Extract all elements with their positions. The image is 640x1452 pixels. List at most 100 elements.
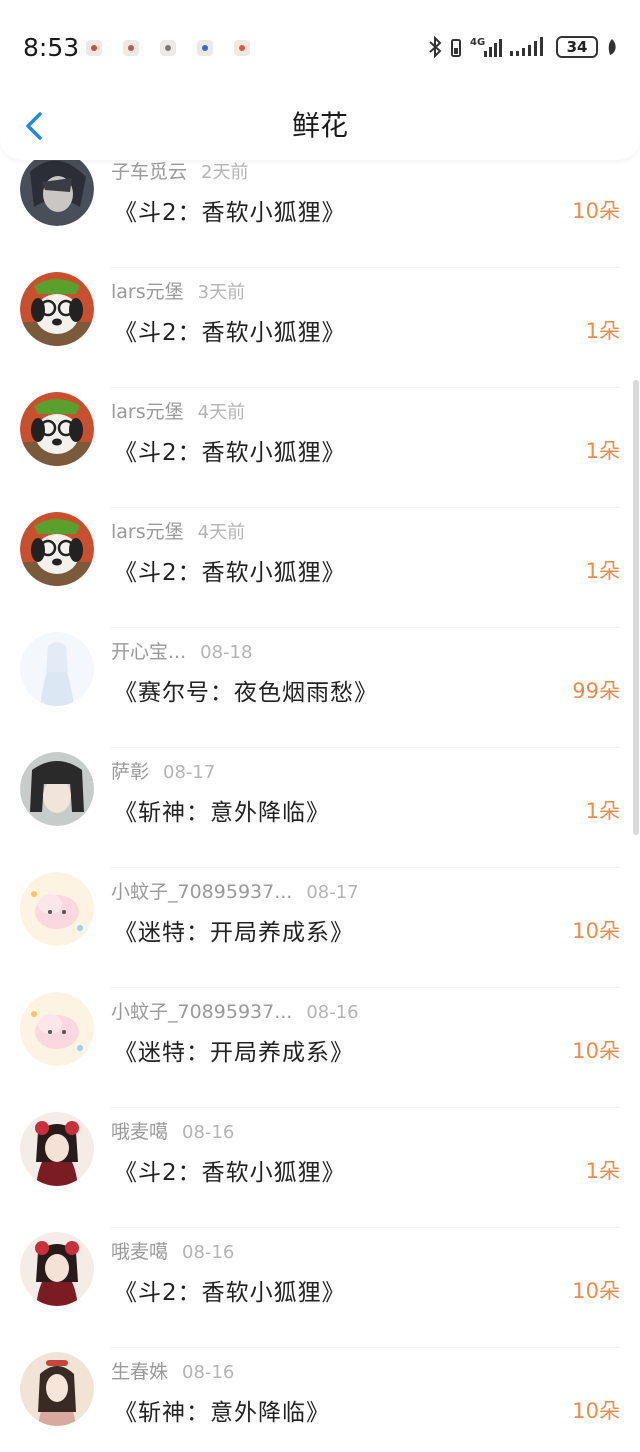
red-flower-girl-avatar [20,1112,94,1186]
system-icons: 4G 34 [428,35,618,59]
avatar[interactable] [20,152,94,226]
list-item[interactable]: 哦麦噶 08-16 《斗2：香软小狐狸》 1朵 [0,1108,640,1228]
user-name[interactable]: 哦麦噶 [111,1241,168,1263]
flower-count: 99朵 [572,679,620,703]
flower-count: 10朵 [572,199,620,223]
flower-count: 10朵 [572,1399,620,1423]
item-time: 08-18 [200,642,253,663]
leaf-icon [608,39,616,55]
book-title[interactable]: 《斗2：香软小狐狸》 [114,1153,346,1187]
list-item[interactable]: 生春姝 08-16 《斩神：意外降临》 10朵 [0,1348,640,1452]
avatar[interactable] [20,1232,94,1306]
list-item[interactable]: 子车觅云 2天前《斗2：香软小狐狸》 10朵 [0,148,640,268]
app-notif-icon-4 [197,40,213,56]
item-meta: 哦麦噶 08-16 [111,1237,234,1265]
book-title[interactable]: 《斗2：香软小狐狸》 [114,313,346,347]
flower-count: 1朵 [585,799,620,823]
avatar[interactable] [20,392,94,466]
dog-glasses-avatar [20,272,94,346]
book-title[interactable]: 《斗2：香软小狐狸》 [114,553,346,587]
item-meta: 哦麦噶 08-16 [111,1117,234,1145]
flower-count: 10朵 [572,1039,620,1063]
avatar[interactable] [20,1112,94,1186]
item-meta: 萨彰 08-17 [111,757,215,785]
item-time: 08-17 [163,762,216,783]
user-name[interactable]: 小蚊子_70895937... [111,1001,292,1023]
avatar[interactable] [20,872,94,946]
list-item[interactable]: 小蚊子_70895937... 08-17 《迷特：开局养成系》 10朵 [0,868,640,988]
book-title[interactable]: 《迷特：开局养成系》 [114,1033,354,1067]
book-title[interactable]: 《斗2：香软小狐狸》 [114,433,346,467]
user-name[interactable]: 小蚊子_70895937... [111,881,292,903]
user-name[interactable]: 生春姝 [111,1361,168,1383]
item-meta: 生春姝 08-16 [111,1357,234,1385]
avatar[interactable] [20,632,94,706]
scrollbar[interactable] [633,380,639,835]
item-time: 08-16 [306,1002,359,1023]
avatar[interactable] [20,752,94,826]
item-meta: lars元堡 3天前 [111,277,245,305]
anime-girl-avatar [20,752,94,826]
app-header: 8:53 4G 34 鲜花 [0,0,640,160]
flower-count: 1朵 [585,319,620,343]
list-item[interactable]: 萨彰 08-17 《斩神：意外降临》 1朵 [0,748,640,868]
item-time: 3天前 [197,282,246,303]
user-name[interactable]: lars元堡 [111,281,184,303]
notification-icons [86,40,250,56]
avatar[interactable] [20,512,94,586]
item-time: 08-16 [182,1122,235,1143]
anime-boy-avatar [20,152,94,226]
pink-cloud-avatar [20,992,94,1066]
list-item[interactable]: lars元堡 4天前《斗2：香软小狐狸》 1朵 [0,508,640,628]
list-item[interactable]: 开心宝... 08-18 《赛尔号：夜色烟雨愁》 99朵 [0,628,640,748]
avatar[interactable] [20,272,94,346]
item-meta: 小蚊子_70895937... 08-16 [111,997,359,1025]
flower-count: 1朵 [585,559,620,583]
avatar[interactable] [20,992,94,1066]
book-title[interactable]: 《斩神：意外降临》 [114,1393,330,1427]
dog-glasses-avatar [20,392,94,466]
ancient-girl-avatar [20,1352,94,1426]
bluetooth-icon [429,36,442,58]
page-title: 鲜花 [291,109,348,142]
avatar[interactable] [20,1352,94,1426]
list-item[interactable]: 哦麦噶 08-16 《斗2：香软小狐狸》 10朵 [0,1228,640,1348]
user-name[interactable]: lars元堡 [111,521,184,543]
app-notif-icon-5 [234,40,250,56]
svg-text:4G: 4G [470,37,485,48]
list-item[interactable]: 小蚊子_70895937... 08-16 《迷特：开局养成系》 10朵 [0,988,640,1108]
pink-cloud-avatar [20,872,94,946]
book-title[interactable]: 《斗2：香软小狐狸》 [114,193,346,227]
book-title[interactable]: 《赛尔号：夜色烟雨愁》 [114,673,378,707]
item-time: 4天前 [197,522,246,543]
flower-list: 子车觅云 2天前 《斗2：香软小狐狸》 10朵 lars元堡 3天前 《斗2：香软小狐狸》 1… [0,148,640,1452]
red-flower-girl-avatar [20,1232,94,1306]
list-item[interactable]: lars元堡 4天前《斗2：香软小狐狸》 1朵 [0,388,640,508]
item-time: 2天前 [201,162,249,183]
item-time: 4天前 [197,402,246,423]
user-name[interactable]: 开心宝... [111,641,186,663]
battery-icon: 34 [556,36,598,58]
book-title[interactable]: 《斩神：意外降临》 [114,793,330,827]
user-name[interactable]: 子车觅云 [111,161,187,183]
user-name[interactable]: 萨彰 [111,761,149,783]
book-title[interactable]: 《迷特：开局养成系》 [114,913,354,947]
signal-icon [510,37,543,56]
flower-count: 1朵 [585,439,620,463]
book-title[interactable]: 《斗2：香软小狐狸》 [114,1273,346,1307]
flower-count: 10朵 [572,1279,620,1303]
status-time: 8:53 [23,33,80,62]
app-notif-icon-2 [123,40,139,56]
item-meta: lars元堡 4天前 [111,517,245,545]
item-time: 08-16 [182,1242,235,1263]
4g-signal-icon: 4G [470,37,502,57]
item-meta: 小蚊子_70895937... 08-17 [111,877,359,905]
item-time: 08-16 [182,1362,235,1383]
user-name[interactable]: lars元堡 [111,401,184,423]
list-item[interactable]: lars元堡 3天前《斗2：香软小狐狸》 1朵 [0,268,640,388]
item-meta: lars元堡 4天前 [111,397,245,425]
flower-count: 10朵 [572,919,620,943]
white-fairy-avatar [20,632,94,706]
app-notif-icon-3 [160,40,176,56]
user-name[interactable]: 哦麦噶 [111,1121,168,1143]
